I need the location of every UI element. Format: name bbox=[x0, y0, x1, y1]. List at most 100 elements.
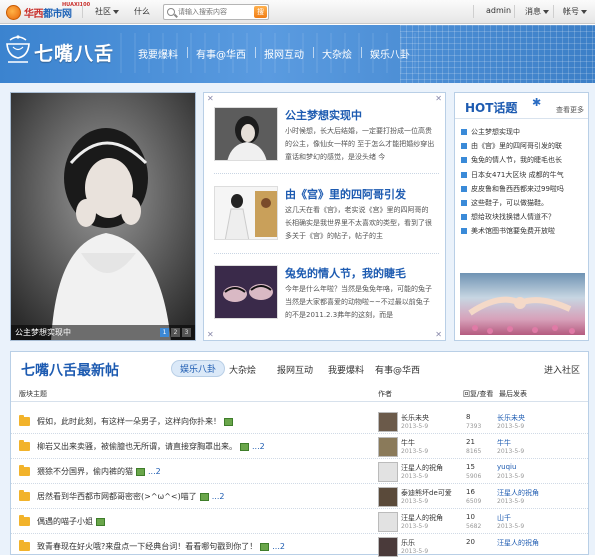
hot-item[interactable]: 想给玫块找换错人情道不？ bbox=[461, 210, 587, 224]
post-title[interactable]: 猥狳不分国界，偷内裤的猫 bbox=[37, 467, 133, 476]
hot-item[interactable]: 由《宫》里的四阿哥引发的联 bbox=[461, 139, 587, 153]
story-thumbnail bbox=[214, 186, 278, 240]
post-author[interactable]: 汪星人的祝角 bbox=[401, 463, 443, 473]
avatar[interactable] bbox=[378, 512, 398, 532]
last-poster[interactable]: 汪星人的祝角 bbox=[497, 538, 539, 548]
image-icon bbox=[260, 542, 270, 551]
last-poster[interactable]: 牛牛 bbox=[497, 438, 511, 448]
post-title[interactable]: 居然看到华西都市网都哥密密(>^ω^<)喵了 bbox=[37, 492, 197, 501]
nav-interact[interactable]: 报网互动 bbox=[264, 46, 304, 61]
bullet-icon bbox=[461, 228, 467, 235]
what-menu[interactable]: 什么 bbox=[134, 6, 150, 17]
bullet-icon bbox=[461, 185, 467, 192]
site-title: 七嘴八舌 bbox=[34, 43, 115, 65]
reply-count: 15 bbox=[466, 463, 475, 471]
nav-report[interactable]: 我要爆料 bbox=[138, 46, 178, 61]
slide-dot[interactable]: 3 bbox=[182, 328, 191, 337]
last-poster[interactable]: yuqiu bbox=[497, 463, 516, 471]
tab-huaxi[interactable]: 有事@华西 bbox=[375, 363, 420, 376]
last-date: 2013-5-9 bbox=[497, 498, 525, 505]
slide-dot[interactable]: 2 bbox=[171, 328, 180, 337]
table-row[interactable]: 居然看到华西都市网都哥密密(>^ω^<)喵了 ...2 泰迪熊坏de可爱 2013… bbox=[11, 485, 588, 509]
avatar[interactable] bbox=[378, 487, 398, 507]
tab-misc[interactable]: 大杂烩 bbox=[229, 363, 256, 376]
feature-photo[interactable]: 公主梦想实现中 1 2 3 bbox=[10, 92, 196, 341]
logo-icon bbox=[6, 4, 21, 20]
nav-gossip[interactable]: 娱乐八卦 bbox=[370, 46, 410, 61]
reply-count: 10 bbox=[466, 513, 475, 521]
table-row[interactable]: 柳岩又出来卖骚，被偷臆也无所谓，请直接穿胸罩出来。 ...2 牛牛 2013-5-… bbox=[11, 435, 588, 459]
table-row[interactable]: 偶遇的喵子小姐 汪星人的祝角 2013-5-9 10 5682 山千 2013-… bbox=[11, 510, 588, 534]
post-title[interactable]: 偶遇的喵子小姐 bbox=[37, 517, 93, 526]
reply-count: 8 bbox=[466, 413, 471, 421]
bullet-icon bbox=[461, 199, 467, 206]
story-item[interactable]: 由《宫》里的四阿哥引发 这几天在看《宫》，老实说《宫》里的四阿哥的长相确实是我世… bbox=[214, 186, 442, 246]
chevron-down-icon bbox=[113, 9, 119, 14]
divider bbox=[553, 5, 554, 18]
search-input[interactable] bbox=[178, 6, 252, 18]
post-author[interactable]: 乐乐 bbox=[401, 538, 415, 548]
folder-icon bbox=[19, 465, 30, 476]
messages-menu[interactable]: 消息 bbox=[525, 6, 549, 17]
enter-community-link[interactable]: 进入社区 bbox=[544, 363, 580, 376]
account-menu[interactable]: 帐号 bbox=[563, 6, 587, 17]
search-box: 搜 bbox=[163, 4, 269, 20]
hot-item[interactable]: 美术馆图书馆要免费开放啦 bbox=[461, 224, 587, 238]
corner-mark-icon: ✕ bbox=[207, 330, 214, 339]
story-title[interactable]: 兔免的情人节，我的睫毛 bbox=[285, 265, 406, 281]
avatar[interactable] bbox=[378, 412, 398, 432]
folder-icon bbox=[19, 415, 30, 426]
last-poster[interactable]: 山千 bbox=[497, 513, 511, 523]
nav-misc[interactable]: 大杂烩 bbox=[322, 46, 352, 61]
tab-interact[interactable]: 报网互动 bbox=[277, 363, 313, 376]
view-more-link[interactable]: 查看更多 bbox=[556, 105, 584, 115]
post-title[interactable]: 柳岩又出来卖骚，被偷臆也无所谓，请直接穿胸罩出来。 bbox=[37, 442, 237, 451]
community-menu[interactable]: 社区 bbox=[95, 6, 119, 17]
user-link[interactable]: admin bbox=[486, 6, 511, 15]
hot-item[interactable]: 这些鞋子，可以做猫鞋。 bbox=[461, 196, 587, 210]
story-excerpt: 这几天在看《宫》，老实说《宫》里的四阿哥的长相确实是我世界里不太喜欢的类型，看到… bbox=[285, 206, 432, 240]
post-title[interactable]: 假如，此时此刻，有这样一朵男子，这样向你扑来！ bbox=[37, 417, 221, 426]
folder-icon bbox=[19, 490, 30, 501]
avatar[interactable] bbox=[378, 462, 398, 482]
tab-gossip[interactable]: 娱乐八卦 bbox=[171, 360, 226, 377]
hot-item[interactable]: 皮皮鲁和鲁西西都来过99啦吗 bbox=[461, 182, 587, 196]
table-header: 版块主题 作者 回复/查看 最后发表 bbox=[11, 386, 588, 402]
tab-report[interactable]: 我要爆料 bbox=[328, 363, 364, 376]
post-title[interactable]: 致青春现在好火哦?来盘点一下经典台词！看看哪句戳到你了！ bbox=[37, 542, 257, 551]
post-author[interactable]: 泰迪熊坏de可爱 bbox=[401, 488, 452, 498]
post-author[interactable]: 牛牛 bbox=[401, 438, 415, 448]
last-poster[interactable]: 汪星人的祝角 bbox=[497, 488, 539, 498]
site-logo[interactable]: 华西都市网 HUAXI100 bbox=[6, 2, 90, 20]
hot-item[interactable]: 日本女471大区块 成都的牛气 bbox=[461, 168, 587, 182]
page-link[interactable]: ...2 bbox=[272, 542, 285, 551]
table-row[interactable]: 猥狳不分国界，偷内裤的猫 ...2 汪星人的祝角 2013-5-9 15 5906… bbox=[11, 460, 588, 484]
last-poster[interactable]: 长乐未央 bbox=[497, 413, 525, 423]
table-row[interactable]: 致青春现在好火哦?来盘点一下经典台词！看看哪句戳到你了！ ...2 乐乐 2013… bbox=[11, 535, 588, 559]
post-date: 2013-5-9 bbox=[401, 523, 429, 530]
hot-item[interactable]: 公主梦想实现中 bbox=[461, 125, 587, 139]
avatar[interactable] bbox=[378, 437, 398, 457]
hot-image[interactable] bbox=[460, 273, 585, 335]
story-title[interactable]: 公主梦想实现中 bbox=[285, 107, 362, 123]
image-icon bbox=[224, 417, 233, 426]
hot-item[interactable]: 兔免的情人节，我的睫毛也长 bbox=[461, 153, 587, 167]
post-author[interactable]: 长乐未央 bbox=[401, 413, 429, 423]
image-icon bbox=[199, 492, 209, 501]
folder-icon bbox=[19, 440, 30, 451]
search-button[interactable]: 搜 bbox=[254, 6, 267, 18]
page-link[interactable]: ...2 bbox=[212, 492, 225, 501]
folder-icon bbox=[19, 515, 30, 526]
slide-dot[interactable]: 1 bbox=[160, 328, 169, 337]
page-link[interactable]: ...2 bbox=[252, 442, 265, 451]
story-item[interactable]: 公主梦想实现中 小时候想，长大后结婚，一定要打扮成一位高贵的公主，像仙女一样的 … bbox=[214, 107, 442, 167]
story-title[interactable]: 由《宫》里的四阿哥引发 bbox=[285, 186, 406, 202]
page-link[interactable]: ...2 bbox=[148, 467, 161, 476]
avatar[interactable] bbox=[378, 537, 398, 557]
divider bbox=[473, 5, 474, 18]
table-row[interactable]: 假如，此时此刻，有这样一朵男子，这样向你扑来！ 长乐未央 2013-5-9 8 … bbox=[11, 410, 588, 434]
nav-huaxi[interactable]: 有事@华西 bbox=[196, 46, 246, 61]
post-author[interactable]: 汪星人的祝角 bbox=[401, 513, 443, 523]
story-item[interactable]: 兔免的情人节，我的睫毛 今年是什么年啦？当然是兔免年咯，可能的兔子当然是大家都喜… bbox=[214, 265, 442, 325]
bullet-icon bbox=[461, 143, 467, 150]
